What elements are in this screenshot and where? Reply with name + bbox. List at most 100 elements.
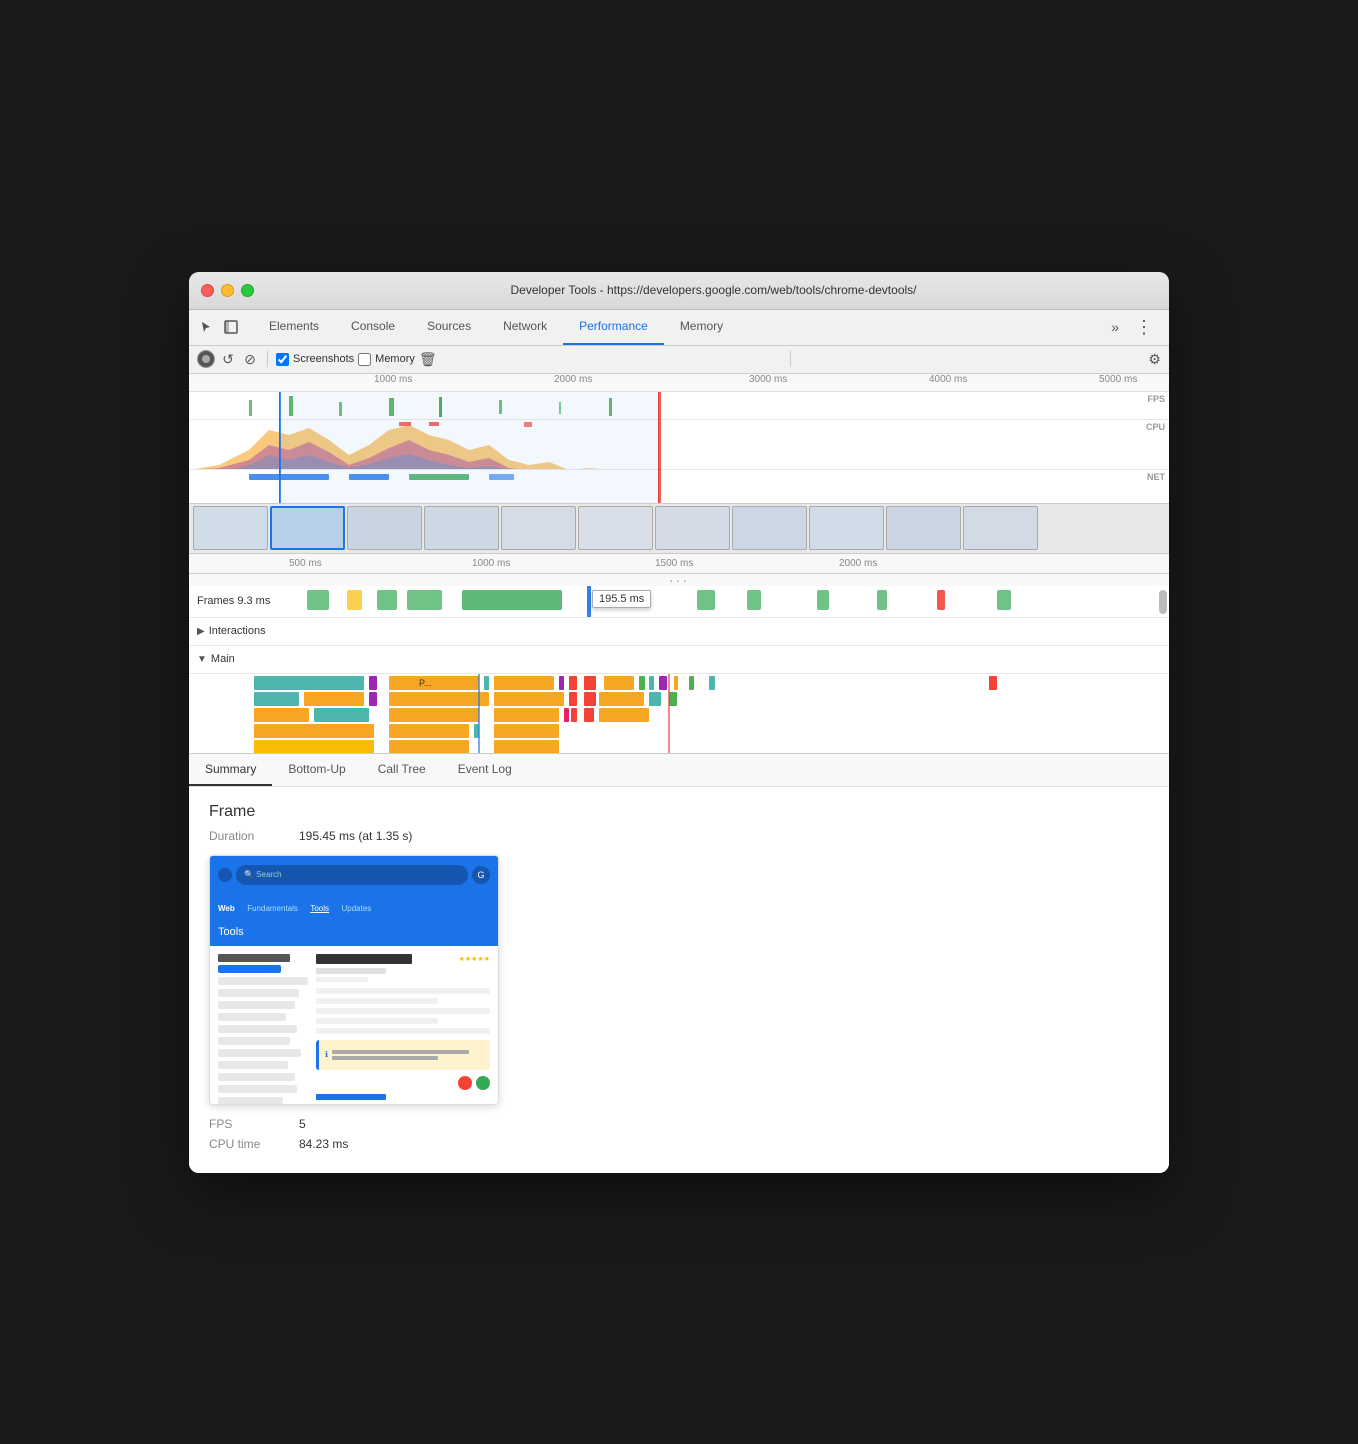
scrollbar-handle[interactable] [1159,590,1167,614]
summary-duration-row: Duration 195.45 ms (at 1.35 s) [209,829,1149,843]
main-expand-arrow[interactable]: ▼ [197,654,207,665]
screenshot-thumb-6[interactable] [655,506,730,550]
bottom-mark-2000: 2000 ms [839,558,877,569]
selection-start-line [279,392,281,503]
frames-row: Frames 9.3 ms 195.5 ms [189,586,1169,618]
tab-event-log[interactable]: Event Log [442,754,528,786]
preview-highlight-line1 [332,1050,469,1054]
preview-action-buttons [316,1076,490,1090]
ruler-mark-5000: 5000 ms [1099,374,1137,385]
settings-button[interactable]: ⚙ [1148,351,1161,368]
screenshot-thumb-selected[interactable] [270,506,345,550]
screenshot-thumb-3[interactable] [424,506,499,550]
cpu-track: CPU [189,420,1169,470]
preview-sidebar-item [218,1061,288,1069]
preview-red-button [458,1076,472,1090]
preview-highlight-box: ℹ [316,1040,490,1070]
preview-main-line [316,1018,438,1024]
menu-dots-button[interactable]: ⋮ [1127,317,1161,338]
frame-block [817,590,829,610]
screenshot-thumb-7[interactable] [732,506,807,550]
maximize-button[interactable] [241,284,254,297]
trash-button[interactable]: 🗑 [419,351,437,368]
preview-sidebar-item [218,1001,295,1009]
details-area: Frames 9.3 ms 195.5 ms [189,586,1169,754]
more-tabs-button[interactable]: » [1103,319,1127,335]
flame-chart[interactable]: P... [189,674,1169,754]
frame-block [347,590,362,610]
bottom-ruler: 500 ms 1000 ms 1500 ms 2000 ms [189,554,1169,574]
tab-network[interactable]: Network [487,310,563,345]
frames-bar-area[interactable]: 195.5 ms [297,586,1169,617]
screenshot-thumb-9[interactable] [886,506,961,550]
screenshot-preview-inner: 🔍 Search G Web Fundamentals Tools Update… [210,856,498,1104]
bottom-tabs: Summary Bottom-Up Call Tree Event Log [189,754,1169,787]
toolbar-separator-2 [790,351,791,367]
preview-main-line [316,988,490,994]
tab-memory[interactable]: Memory [664,310,739,345]
clear-button[interactable]: ⊘ [241,350,259,368]
preview-main-line [316,998,438,1004]
tab-bottom-up[interactable]: Bottom-Up [272,754,361,786]
devtools-window: Developer Tools - https://developers.goo… [189,272,1169,1173]
memory-checkbox[interactable]: Memory [358,353,415,366]
screenshot-thumb-5[interactable] [578,506,653,550]
duration-key: Duration [209,829,299,843]
preview-browser-header: 🔍 Search G [210,856,498,894]
close-button[interactable] [201,284,214,297]
screenshot-preview: 🔍 Search G Web Fundamentals Tools Update… [209,855,499,1105]
devtools-panel: Elements Console Sources Network Perform… [189,310,1169,1173]
preview-content-header: ★★★★★ [316,954,490,964]
preview-content-line [316,977,368,982]
record-button[interactable] [197,350,215,368]
preview-sidebar-title [218,954,290,962]
screenshot-thumb-2[interactable] [347,506,422,550]
frame-block [377,590,397,610]
screenshot-thumb-4[interactable] [501,506,576,550]
tab-elements[interactable]: Elements [253,310,335,345]
frame-block [462,590,562,610]
preview-sidebar-item [218,965,281,973]
preview-sidebar-item [218,1013,286,1021]
frame-block-red [937,590,945,610]
tab-console[interactable]: Console [335,310,411,345]
preview-sidebar-item [218,1073,295,1081]
summary-content: Frame Duration 195.45 ms (at 1.35 s) 🔍 S… [189,787,1169,1173]
screenshots-strip [189,504,1169,554]
bottom-mark-1500: 1500 ms [655,558,693,569]
minimize-button[interactable] [221,284,234,297]
tab-summary[interactable]: Summary [189,754,272,786]
tab-performance[interactable]: Performance [563,310,664,345]
preview-green-button [476,1076,490,1090]
titlebar: Developer Tools - https://developers.goo… [189,272,1169,310]
dock-icon[interactable] [221,317,241,337]
preview-avatar: G [472,866,490,884]
preview-content-line [316,1104,490,1105]
dots-indicator: ··· [189,574,1169,586]
preview-content-menu [316,968,386,974]
frame-block [877,590,887,610]
preview-stars: ★★★★★ [459,955,490,963]
preview-nav-bar: Web Fundamentals Tools Updates [210,894,498,920]
screenshots-checkbox[interactable]: Screenshots [276,353,354,366]
preview-sidebar-item [218,977,308,985]
preview-main-line [316,1008,490,1014]
reload-button[interactable]: ↺ [219,350,237,368]
screenshot-thumb[interactable] [193,506,268,550]
screenshot-thumb-8[interactable] [809,506,884,550]
fps-track: FPS [189,392,1169,420]
timeline-overview[interactable]: 1000 ms 2000 ms 3000 ms 4000 ms 5000 ms … [189,374,1169,504]
preview-nav-icon [218,868,232,882]
tab-sources[interactable]: Sources [411,310,487,345]
window-title: Developer Tools - https://developers.goo… [270,283,1157,297]
tab-call-tree[interactable]: Call Tree [362,754,442,786]
preview-body: ★★★★★ ℹ [210,946,498,1105]
ruler-mark-2000: 2000 ms [554,374,592,385]
frames-label: Frames 9.3 ms [197,595,297,607]
frame-block [747,590,761,610]
interactions-expand-arrow[interactable]: ▶ [197,626,205,637]
screenshot-thumb-10[interactable] [963,506,1038,550]
cursor-icon[interactable] [197,317,217,337]
preview-main-content: ★★★★★ ℹ [316,954,490,1105]
performance-toolbar: ↺ ⊘ Screenshots Memory 🗑 ⚙ [189,346,1169,374]
